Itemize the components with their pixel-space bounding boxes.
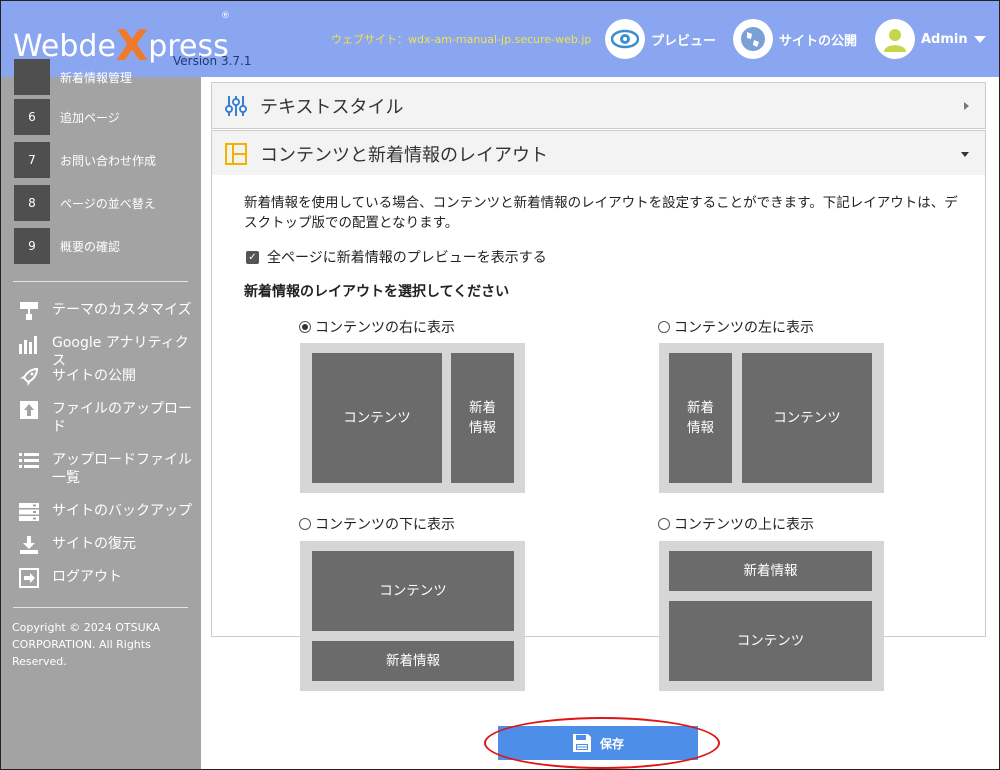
option-label: コンテンツの上に表示 [674,517,814,533]
sidebar-item-file-upload[interactable]: ファイルのアップロード [18,400,198,436]
paint-roller-icon [18,301,40,321]
news-block: 新着 情報 [669,353,732,483]
contents-block: コンテンツ [312,551,514,631]
sidebar-item-theme-customize[interactable]: テーマのカスタマイズ [18,301,198,321]
chevron-right-icon [964,102,969,110]
layout-preview-left[interactable]: 新着 情報 コンテンツ [659,343,884,493]
sidebar-item-site-backup[interactable]: サイトのバックアップ [18,502,198,522]
download-icon [18,535,40,555]
news-preview-checkbox-row[interactable]: ✓ 全ページに新着情報のプレビューを表示する [246,247,547,267]
menu-label: ファイルのアップロード [52,401,192,435]
layout-icon [224,142,248,166]
server-icon [18,502,40,522]
chevron-down-icon [973,35,986,43]
layout-select-heading: 新着情報のレイアウトを選択してください [244,284,510,300]
sidebar-step-5[interactable]: 新着情報管理 [14,59,194,95]
publish-label: サイトの公開 [779,33,858,49]
upload-icon [18,400,40,420]
user-avatar-icon [875,19,915,59]
step-number [14,59,50,95]
checkbox[interactable]: ✓ [246,250,259,264]
step-label: 概要の確認 [60,239,121,254]
layout-option-above[interactable]: コンテンツの上に表示 [658,514,814,534]
menu-label: サイトのバックアップ [52,503,192,519]
sidebar-divider [13,281,188,282]
step-label: ページの並べ替え [60,196,156,211]
option-label: コンテンツの左に表示 [674,320,814,336]
step-number: 8 [14,185,50,221]
layout-option-below[interactable]: コンテンツの下に表示 [299,514,455,534]
menu-label: ログアウト [52,569,122,585]
menu-label: サイトの公開 [52,368,136,384]
admin-menu-button[interactable]: Admin [875,19,986,59]
globe-icon [733,19,773,59]
rocket-icon [18,367,40,387]
sidebar: 新着情報管理 6 追加ページ 7 お問い合わせ作成 8 ページの並べ替え 9 概… [1,59,201,769]
layout-panel-body: 新着情報を使用している場合、コンテンツと新着情報のレイアウトを設定することができ… [211,175,986,691]
layout-option-left[interactable]: コンテンツの左に表示 [658,317,814,337]
preview-button[interactable]: プレビュー [605,19,716,59]
news-block-line1: 新着 [469,400,496,416]
preview-label: プレビュー [651,33,717,49]
menu-label: テーマのカスタマイズ [52,302,192,318]
sidebar-item-google-analytics[interactable]: Google アナリティクス [18,334,198,370]
news-block: 新着情報 [669,551,872,591]
eye-icon [605,19,645,59]
publish-site-button[interactable]: サイトの公開 [733,19,857,59]
panel-title: コンテンツと新着情報のレイアウト [260,144,548,166]
news-block-line2: 情報 [469,420,496,436]
option-label: コンテンツの右に表示 [315,320,455,336]
layout-preview-below[interactable]: コンテンツ 新着情報 [300,541,525,691]
sidebar-step-9[interactable]: 9 概要の確認 [14,228,194,264]
sliders-icon [224,94,248,118]
sidebar-item-publish-site[interactable]: サイトの公開 [18,367,198,387]
step-number: 7 [14,142,50,178]
layout-preview-right[interactable]: コンテンツ 新着 情報 [300,343,525,493]
panel-title: テキストスタイル [260,96,404,118]
option-label: コンテンツの下に表示 [315,517,455,533]
app-window: WebdeXpress ® Version 3.7.1 ウェブサイト：wdx-a… [0,0,1000,770]
news-block: 新着情報 [312,641,514,681]
sidebar-step-8[interactable]: 8 ページの並べ替え [14,185,194,221]
copyright-text: Copyright © 2024 OTSUKA CORPORATION. All… [12,621,161,668]
list-icon [18,451,40,471]
sidebar-step-6[interactable]: 6 追加ページ [14,99,194,135]
step-number: 9 [14,228,50,264]
radio-button[interactable] [658,518,670,530]
news-block-line1: 新着 [687,400,714,416]
sidebar-step-7[interactable]: 7 お問い合わせ作成 [14,142,194,178]
panel-text-style[interactable]: テキストスタイル [211,82,986,129]
menu-label: Google アナリティクス [52,335,189,369]
radio-button[interactable] [299,518,311,530]
registered-mark: ® [221,11,230,21]
contents-block: コンテンツ [312,353,442,483]
layout-description: 新着情報を使用している場合、コンテンツと新着情報のレイアウトを設定することができ… [244,195,958,231]
news-block-line2: 情報 [687,420,714,436]
step-label: お問い合わせ作成 [60,153,157,168]
news-block: 新着 情報 [451,353,514,483]
step-label: 新着情報管理 [60,70,133,85]
contents-block: コンテンツ [742,353,872,483]
bar-chart-icon [18,334,40,354]
menu-label: アップロードファイル一覧 [52,452,192,486]
chevron-down-icon [961,152,969,157]
sidebar-item-logout[interactable]: ログアウト [18,568,198,588]
contents-block: コンテンツ [669,601,872,681]
sidebar-divider [13,607,188,608]
radio-button[interactable] [658,321,670,333]
logout-icon [18,568,40,588]
panel-layout[interactable]: コンテンツと新着情報のレイアウト [211,130,986,177]
admin-label: Admin [921,31,968,47]
radio-button[interactable] [299,321,311,333]
sidebar-item-uploaded-files[interactable]: アップロードファイル一覧 [18,451,198,487]
step-number: 6 [14,99,50,135]
highlight-ellipse [484,717,720,769]
sidebar-item-site-restore[interactable]: サイトの復元 [18,535,198,555]
menu-label: サイトの復元 [52,536,136,552]
layout-preview-above[interactable]: 新着情報 コンテンツ [659,541,884,691]
step-label: 追加ページ [60,110,120,125]
checkbox-label: 全ページに新着情報のプレビューを表示する [267,250,547,266]
website-url[interactable]: ウェブサイト：wdx-am-manual-jp.secure-web.jp [331,31,591,47]
layout-option-right[interactable]: コンテンツの右に表示 [299,317,455,337]
